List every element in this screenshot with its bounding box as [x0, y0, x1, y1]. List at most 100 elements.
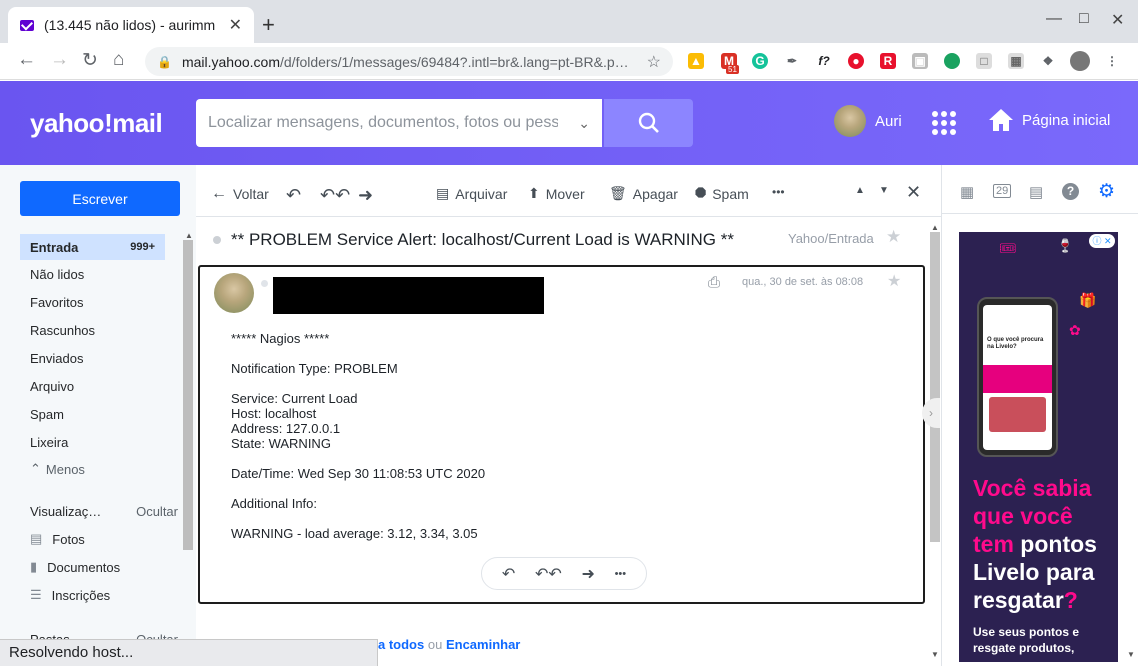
screenshot-extension-icon[interactable]: ▣ — [912, 53, 928, 69]
tab-title: (13.445 não lidos) - aurimm — [44, 17, 216, 33]
close-window-icon[interactable]: ✕ — [1111, 10, 1124, 30]
sidebar-scrollbar[interactable] — [183, 240, 193, 550]
forward-link[interactable]: Encaminhar — [446, 637, 520, 652]
eyedropper-extension-icon[interactable]: ✒ — [784, 53, 800, 69]
subject-star-icon[interactable]: ★ — [886, 227, 901, 247]
search-button[interactable] — [604, 99, 693, 147]
record-extension-icon[interactable]: ● — [848, 53, 864, 69]
livelo-ad[interactable]: ⓘ ✕ 🎟 🍷 🎁 ✿ O que você procura na Livelo… — [959, 232, 1118, 662]
yahoo-mail-logo[interactable]: yahoo!mail — [30, 108, 163, 139]
archive-button[interactable]: ▤ Arquivar — [436, 185, 507, 202]
views-section-header: Visualizaç… Ocultar — [20, 498, 180, 524]
sidebar-item-subscriptions[interactable]: ☰ Inscrições — [20, 582, 180, 608]
body-line: Host: localhost — [231, 406, 317, 421]
close-message-icon[interactable]: ✕ — [906, 182, 921, 203]
body-line: Service: Current Load — [231, 391, 358, 406]
sidebar-item-documents[interactable]: ▮ Documentos — [20, 554, 180, 580]
document-icon: ▮ — [30, 559, 38, 574]
sidebar-item-archive[interactable]: Arquivo — [20, 373, 180, 399]
tab-extension-icon[interactable]: ▦ — [1008, 53, 1024, 69]
forward-icon[interactable]: ➜ — [358, 185, 373, 206]
search-box[interactable]: ⌄ — [196, 99, 602, 147]
forward-icon[interactable]: ➜ — [581, 564, 594, 584]
more-options-icon[interactable]: ••• — [772, 185, 785, 199]
trash-icon: 🗑 — [609, 185, 627, 201]
reply-all-icon[interactable]: ↶↶ — [320, 185, 350, 206]
reply-all-icon[interactable]: ↶↶ — [535, 564, 562, 584]
reading-pane-scrollbar[interactable] — [930, 232, 940, 542]
contacts-icon[interactable]: ▦ — [960, 183, 974, 201]
new-tab-button[interactable]: + — [262, 12, 275, 38]
reply-icon[interactable]: ↶ — [502, 564, 515, 584]
address-bar[interactable]: 🔒 mail.yahoo.com/d/folders/1/messages/69… — [145, 47, 673, 76]
hide-views-link[interactable]: Ocultar — [136, 504, 180, 519]
scroll-up-arrow-icon[interactable]: ▲ — [185, 231, 193, 240]
back-arrow-icon[interactable]: ← — [17, 49, 36, 71]
body-line: State: WARNING — [231, 436, 331, 451]
apps-grid-icon[interactable] — [932, 111, 956, 135]
reload-icon[interactable]: ↻ — [82, 49, 98, 72]
delete-button[interactable]: 🗑 Apagar — [609, 185, 678, 202]
lock-icon: 🔒 — [157, 54, 172, 69]
message-star-icon[interactable]: ★ — [887, 271, 901, 291]
compose-button[interactable]: Escrever — [20, 181, 180, 216]
back-label: Voltar — [233, 186, 269, 202]
sidebar-item-unread[interactable]: Não lidos — [20, 261, 180, 287]
print-icon[interactable]: ⎙ — [708, 274, 720, 291]
reply-icon[interactable]: ↶ — [286, 185, 301, 206]
sidebar-less-toggle[interactable]: ⌃ Menos — [20, 456, 180, 482]
extensions-puzzle-icon[interactable]: ❖ — [1040, 53, 1056, 69]
sidebar-item-starred[interactable]: Favoritos — [20, 289, 180, 315]
search-input[interactable] — [208, 114, 558, 132]
move-button[interactable]: ⬆ Mover — [528, 185, 585, 202]
sender-status-dot — [261, 280, 268, 287]
message-folder-label[interactable]: Yahoo/Entrada — [788, 231, 874, 246]
red-extension-icon[interactable]: R — [880, 53, 896, 69]
subscriptions-icon: ☰ — [30, 587, 42, 602]
user-menu[interactable]: Auri — [834, 105, 902, 137]
sidebar-item-drafts[interactable]: Rascunhos — [20, 317, 180, 343]
read-status-dot[interactable] — [213, 236, 221, 244]
tab-close-icon[interactable]: ✕ — [229, 15, 242, 35]
font-extension-icon[interactable]: f? — [816, 53, 832, 69]
scroll-up-arrow-icon[interactable]: ▲ — [931, 223, 939, 232]
previous-message-icon[interactable]: ▲ — [855, 185, 865, 196]
more-actions-icon[interactable]: ••• — [615, 568, 627, 580]
settings-gear-icon[interactable]: ⚙ — [1098, 180, 1115, 203]
reply-all-link[interactable]: a todos — [378, 637, 424, 652]
sidebar-item-spam[interactable]: Spam — [20, 401, 180, 427]
browser-menu-icon[interactable]: ⋮ — [1104, 53, 1120, 69]
spam-button[interactable]: ⯃ Spam — [695, 185, 749, 202]
sidebar-item-trash[interactable]: Lixeira — [20, 429, 180, 455]
document-extension-icon[interactable]: □ — [976, 53, 992, 69]
sidebar-item-inbox[interactable]: Entrada 999+ — [20, 234, 165, 260]
ad-choices-icon[interactable]: ⓘ ✕ — [1089, 234, 1115, 248]
browser-tab[interactable]: (13.445 não lidos) - aurimm ✕ — [8, 7, 254, 43]
body-blank-line — [231, 511, 485, 526]
back-button[interactable]: ← Voltar — [211, 185, 269, 203]
grammarly-extension-icon[interactable]: G — [752, 53, 768, 69]
sidebar-item-sent[interactable]: Enviados — [20, 345, 180, 371]
home-icon[interactable]: ⌂ — [113, 49, 124, 71]
next-message-icon[interactable]: ▼ — [879, 185, 889, 196]
forward-arrow-icon[interactable]: → — [50, 49, 69, 71]
home-link[interactable]: Página inicial — [988, 108, 1110, 132]
minimize-window-icon[interactable]: — — [1046, 10, 1062, 28]
browser-tab-bar: (13.445 não lidos) - aurimm ✕ + — □ ✕ — [0, 0, 1138, 43]
ad-subtext: Use seus pontos e resgate produtos, — [973, 625, 1080, 655]
maximize-window-icon[interactable]: □ — [1079, 10, 1089, 28]
calendar-icon[interactable]: 29 — [993, 184, 1012, 198]
profile-avatar-icon[interactable] — [1070, 51, 1090, 71]
scroll-down-arrow-icon[interactable]: ▼ — [931, 650, 939, 659]
search-options-chevron-icon[interactable]: ⌄ — [578, 115, 590, 132]
archive-label: Arquivar — [455, 185, 508, 202]
page-scroll-down-icon[interactable]: ▼ — [1127, 650, 1135, 659]
yahoo-mail-favicon-icon — [20, 19, 34, 31]
google-drive-extension-icon[interactable]: ▲ — [688, 53, 704, 69]
notepad-icon[interactable]: ▤ — [1029, 183, 1043, 201]
sidebar-item-photos[interactable]: ▤ Fotos — [20, 526, 180, 552]
help-icon[interactable]: ? — [1062, 183, 1079, 200]
bookmark-star-icon[interactable]: ☆ — [647, 52, 661, 72]
green-extension-icon[interactable] — [944, 53, 960, 69]
glasses-icon: 🍷 — [1057, 238, 1074, 253]
